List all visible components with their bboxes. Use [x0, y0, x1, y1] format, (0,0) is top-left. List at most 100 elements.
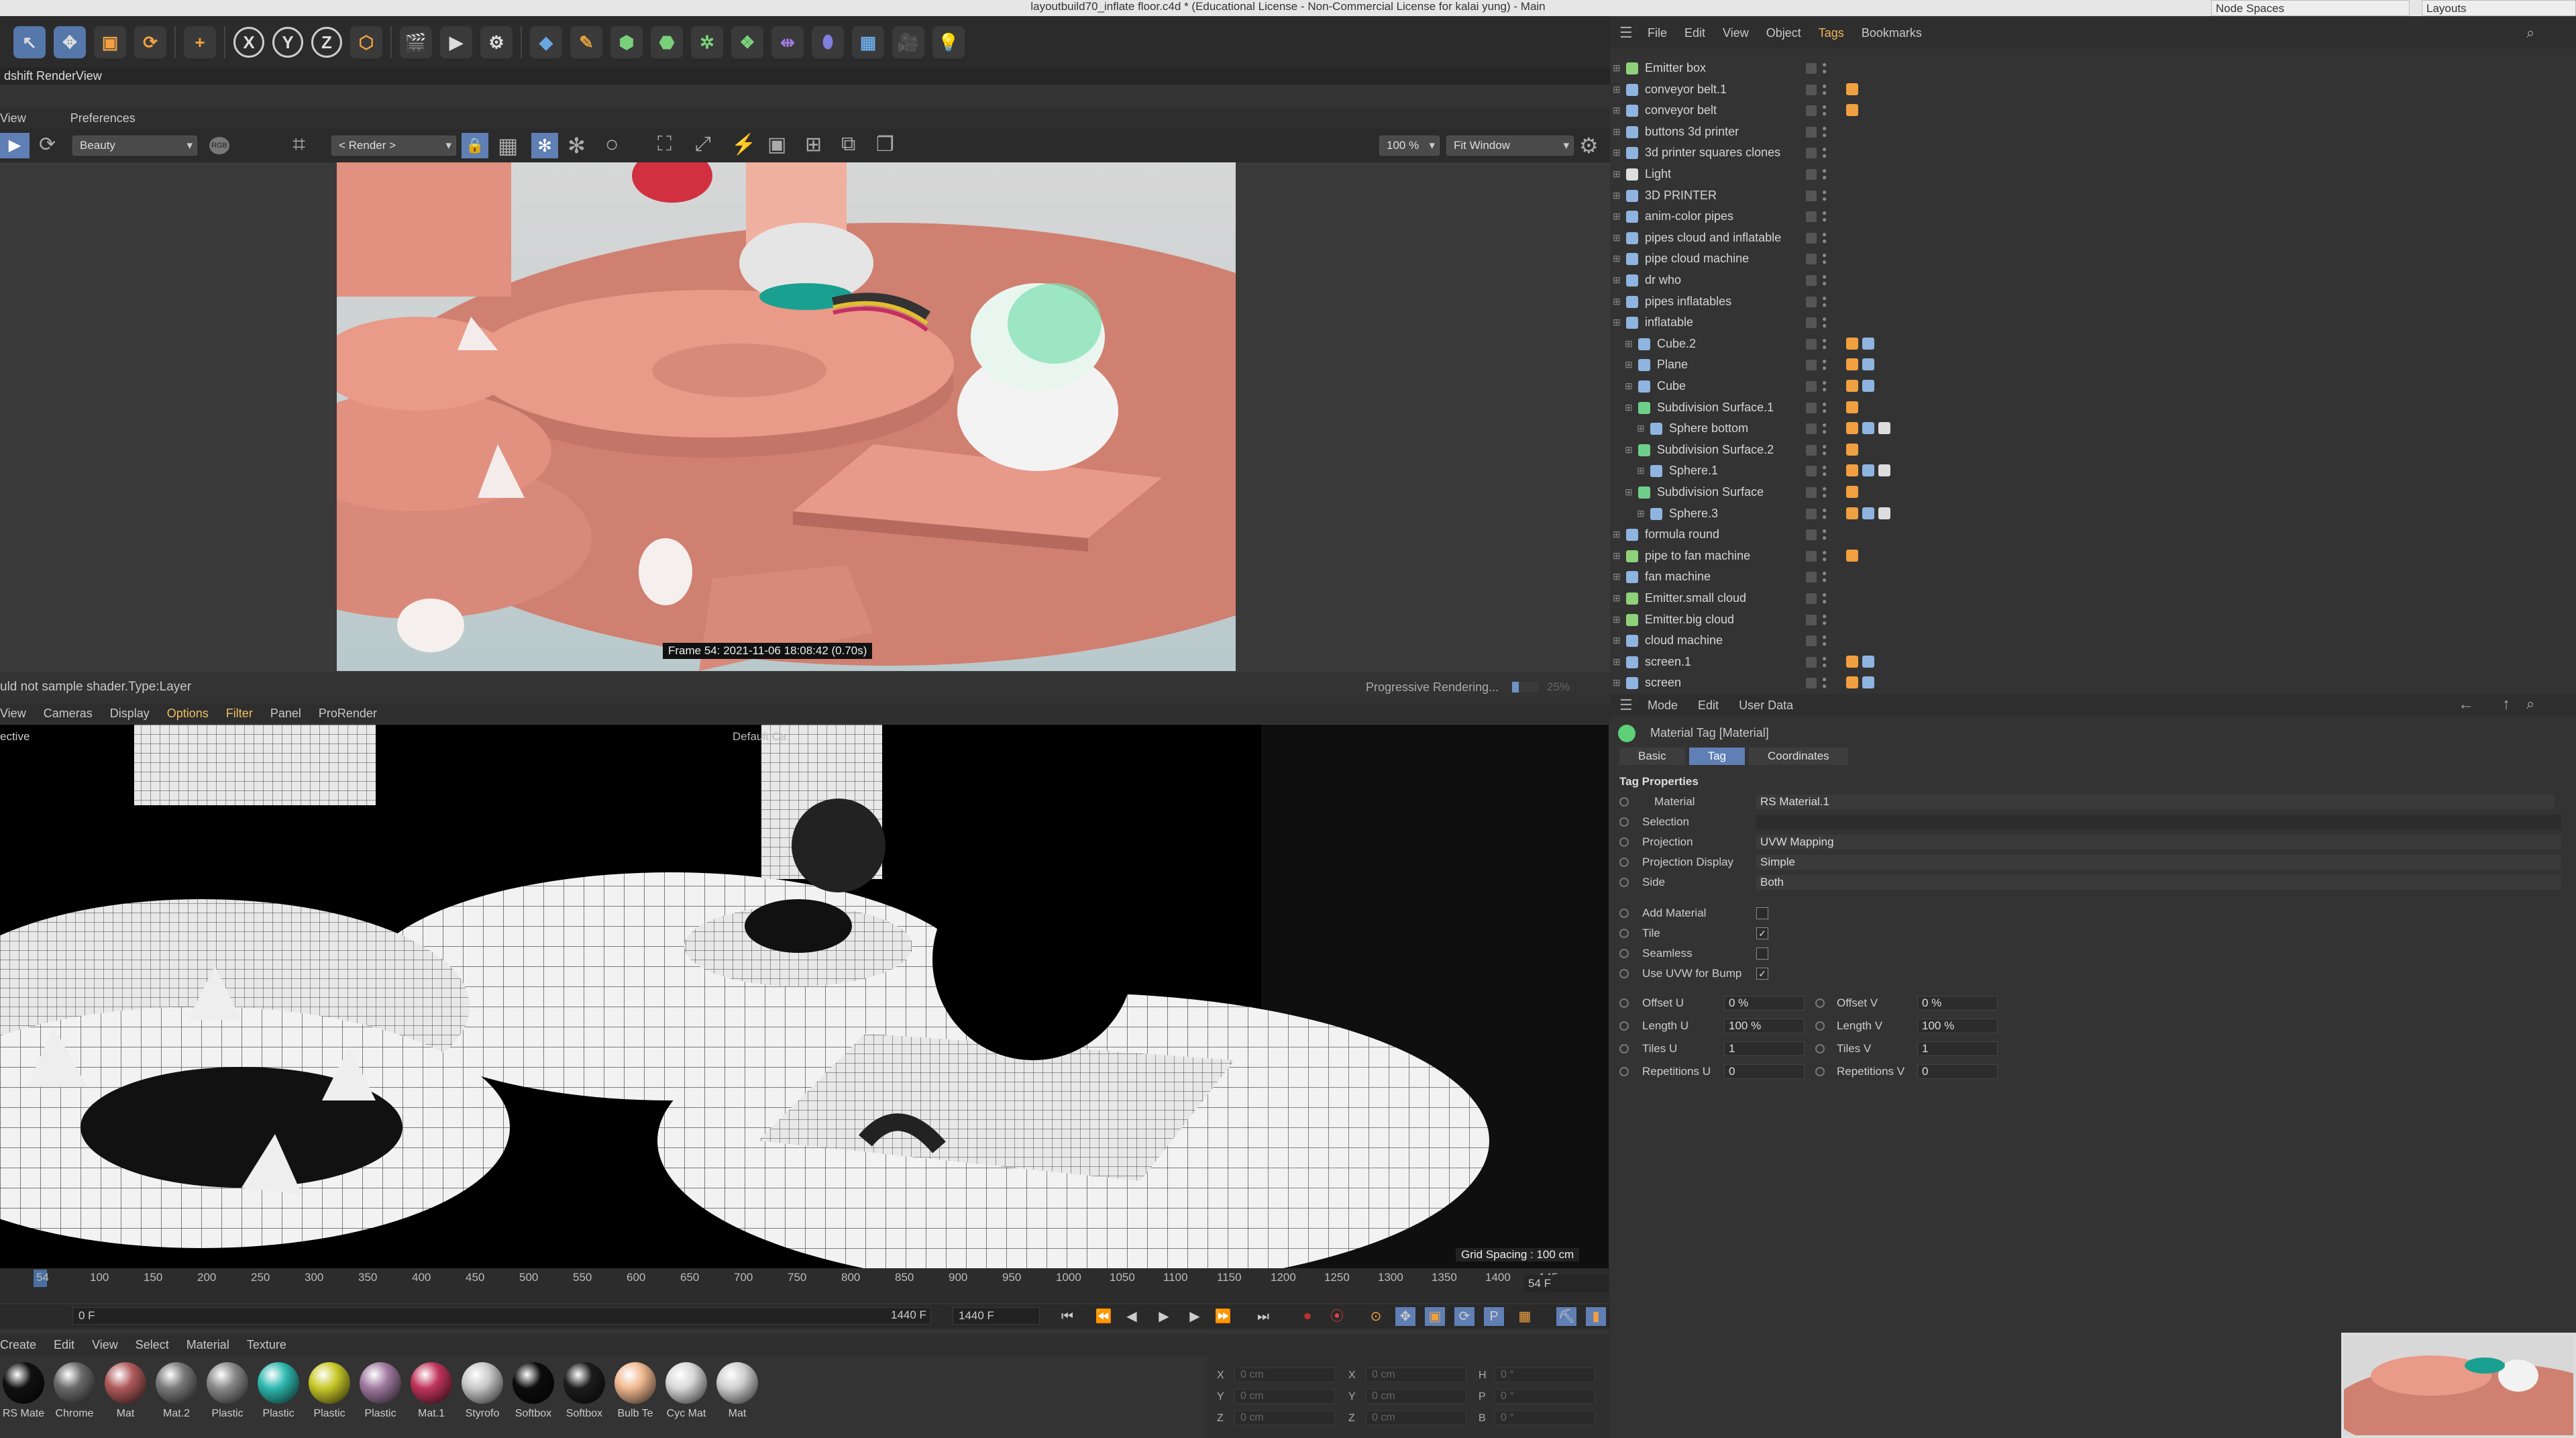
autokey-icon[interactable]: ⦿ — [1327, 1307, 1347, 1326]
repetitions-v-field[interactable]: 0 — [1917, 1064, 1998, 1079]
layer-checkbox-icon[interactable] — [1806, 444, 1817, 456]
render-mode-dropdown[interactable]: < Render > — [331, 136, 456, 156]
rot-h-field[interactable]: 0 ° — [1495, 1368, 1595, 1382]
layer-checkbox-icon[interactable] — [1806, 635, 1817, 647]
fit-dropdown[interactable]: Fit Window — [1446, 136, 1574, 156]
projection-display-dropdown[interactable]: Simple — [1756, 855, 2561, 870]
visibility-dots-icon[interactable]: ● ● — [1822, 209, 1827, 224]
lock-icon[interactable]: 🔒 — [462, 133, 488, 158]
expand-toggle-icon[interactable]: ⊞ — [1613, 566, 1621, 587]
visibility-dots-icon[interactable]: ● ● — [1822, 82, 1827, 97]
visibility-dots-icon[interactable]: ● ● — [1822, 251, 1827, 266]
layer-checkbox-icon[interactable] — [1806, 338, 1817, 350]
object-row[interactable]: ⊞ Subdivision Surface.1 ● ● — [1610, 397, 2576, 418]
viewport-menu-view[interactable]: View — [0, 703, 26, 723]
z-axis-lock-icon[interactable]: Z — [311, 27, 342, 58]
compare-icon[interactable]: ⧉ — [841, 133, 855, 156]
cloner-icon[interactable]: ✲ — [691, 26, 723, 58]
coord-y-field[interactable]: 0 cm — [1234, 1389, 1335, 1404]
viewport-menu-filter[interactable]: Filter — [226, 703, 253, 723]
projection-dropdown[interactable]: UVW Mapping — [1756, 835, 2561, 850]
visibility-dots-icon[interactable]: ● ● — [1822, 188, 1827, 203]
object-name[interactable]: pipes inflatables — [1645, 291, 1731, 312]
object-name[interactable]: Emitter box — [1645, 58, 1706, 79]
offset-u-field[interactable]: 0 % — [1724, 996, 1805, 1011]
timeline-icon[interactable]: ⛏ — [1556, 1307, 1576, 1326]
om-menu-view[interactable]: View — [1723, 17, 1749, 48]
selection-field[interactable] — [1756, 815, 2561, 829]
length-v-field[interactable]: 100 % — [1917, 1019, 1998, 1033]
material-menu-texture[interactable]: Texture — [247, 1334, 286, 1355]
object-row[interactable]: ⊞ Subdivision Surface.2 ● ● — [1610, 440, 2576, 460]
object-tag-icon[interactable] — [1878, 507, 1890, 519]
object-row[interactable]: ⊞ Sphere bottom ● ● — [1610, 418, 2576, 439]
layer-checkbox-icon[interactable] — [1806, 317, 1817, 329]
prev-frame-icon[interactable]: ◀ — [1122, 1307, 1142, 1326]
camera-icon[interactable]: 🎥 — [892, 26, 924, 58]
next-key-icon[interactable]: ⏩ — [1213, 1307, 1233, 1326]
expand-toggle-icon[interactable]: ⊞ — [1625, 482, 1633, 503]
object-tag-icon[interactable] — [1862, 380, 1874, 392]
layer-checkbox-icon[interactable] — [1806, 190, 1817, 201]
object-name[interactable]: 3d printer squares clones — [1645, 142, 1780, 163]
visibility-dots-icon[interactable]: ● ● — [1822, 612, 1827, 627]
viewport-menu-options[interactable]: Options — [167, 703, 209, 723]
length-u-field[interactable]: 100 % — [1724, 1019, 1805, 1033]
expand-toggle-icon[interactable]: ⊞ — [1613, 58, 1621, 79]
material-menu-material[interactable]: Material — [186, 1334, 229, 1355]
object-row[interactable]: ⊞ pipe to fan machine ● ● — [1610, 546, 2576, 566]
layer-checkbox-icon[interactable] — [1806, 232, 1817, 244]
object-row[interactable]: ⊞ buttons 3d printer ● ● — [1610, 121, 2576, 142]
object-name[interactable]: screen — [1645, 672, 1681, 691]
object-tag-icon[interactable] — [1846, 422, 1858, 435]
am-menu-edit[interactable]: Edit — [1698, 694, 1719, 717]
object-tag-icon[interactable] — [1862, 676, 1874, 689]
om-menu-object[interactable]: Object — [1766, 17, 1801, 48]
object-tag-icon[interactable] — [1862, 655, 1874, 668]
mograph-icon[interactable]: ❖ — [731, 26, 763, 58]
object-row[interactable]: ⊞ anim-color pipes ● ● — [1610, 206, 2576, 227]
object-name[interactable]: Sphere.1 — [1669, 460, 1718, 481]
go-to-end-icon[interactable]: ⏭ — [1253, 1307, 1273, 1326]
scale-tool-icon[interactable]: ▣ — [94, 26, 126, 58]
add-material-checkbox[interactable] — [1756, 907, 1768, 919]
visibility-dots-icon[interactable]: ● ● — [1822, 378, 1827, 394]
circle-icon[interactable]: ○ — [605, 132, 619, 158]
layer-checkbox-icon[interactable] — [1806, 381, 1817, 392]
visibility-dots-icon[interactable]: ● ● — [1822, 506, 1827, 521]
object-name[interactable]: conveyor belt — [1645, 100, 1717, 121]
object-tag-icon[interactable] — [1846, 549, 1858, 562]
expand-toggle-icon[interactable]: ⊞ — [1637, 503, 1645, 524]
object-tag-icon[interactable] — [1846, 380, 1858, 392]
object-name[interactable]: Subdivision Surface.2 — [1657, 440, 1774, 460]
object-row[interactable]: ⊞ 3d printer squares clones ● ● — [1610, 142, 2576, 163]
visibility-dots-icon[interactable]: ● ● — [1822, 633, 1827, 648]
expand-toggle-icon[interactable]: ⊞ — [1613, 227, 1621, 248]
material-swatch[interactable]: Plastic — [306, 1357, 353, 1438]
render-view-icon[interactable]: 🎬 — [400, 26, 432, 58]
expand-icon[interactable]: ⤢ — [695, 133, 711, 156]
copy-icon[interactable]: ❐ — [876, 133, 894, 156]
layer-checkbox-icon[interactable] — [1806, 84, 1817, 95]
expand-toggle-icon[interactable]: ⊞ — [1613, 291, 1621, 312]
layer-checkbox-icon[interactable] — [1806, 254, 1817, 265]
wand-icon[interactable]: ⚡ — [731, 133, 756, 156]
timeline-ruler[interactable]: 54 100 150 200 250 300 350 400 450 500 550 600 650 70… — [0, 1268, 1610, 1303]
add-snapshot-icon[interactable]: ⊞ — [805, 133, 822, 156]
object-tag-icon[interactable] — [1862, 464, 1874, 477]
parameter-key-icon[interactable]: P — [1484, 1307, 1504, 1326]
expand-toggle-icon[interactable]: ⊞ — [1613, 121, 1621, 142]
object-tag-icon[interactable] — [1846, 401, 1858, 413]
object-row[interactable]: ⊞ Sphere.3 ● ● — [1610, 503, 2576, 524]
object-name[interactable]: cloud machine — [1645, 630, 1723, 651]
am-menu-user-data[interactable]: User Data — [1739, 694, 1793, 717]
layouts-dropdown[interactable]: Layouts — [2422, 0, 2576, 16]
layer-checkbox-icon[interactable] — [1806, 508, 1817, 519]
material-menu-view[interactable]: View — [92, 1334, 118, 1355]
visibility-dots-icon[interactable]: ● ● — [1822, 272, 1827, 288]
object-tag-icon[interactable] — [1862, 422, 1874, 435]
object-row[interactable]: ⊞ dr who ● ● — [1610, 270, 2576, 291]
visibility-dots-icon[interactable]: ● ● — [1822, 527, 1827, 542]
object-name[interactable]: Emitter.big cloud — [1645, 609, 1734, 630]
grid-icon[interactable]: ▦ — [498, 133, 518, 158]
